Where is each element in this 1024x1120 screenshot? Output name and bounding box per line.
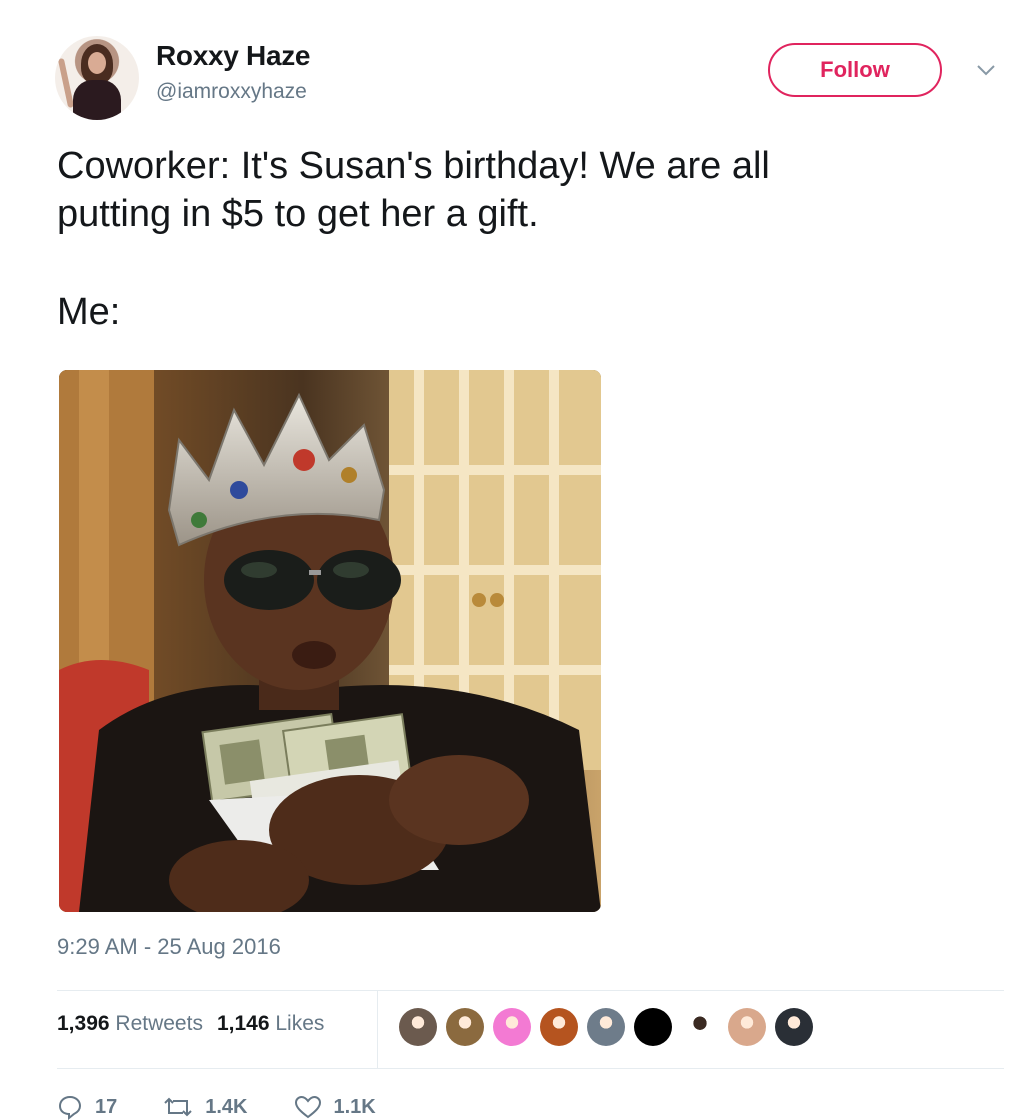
- likes-stat[interactable]: 1,146 Likes: [217, 1012, 324, 1036]
- follow-button[interactable]: Follow: [768, 43, 942, 97]
- tweet-timestamp[interactable]: 9:29 AM - 25 Aug 2016: [57, 934, 281, 960]
- author-avatar[interactable]: [55, 36, 139, 120]
- tweet-photo[interactable]: [59, 370, 601, 912]
- retweets-label: Retweets: [115, 1012, 203, 1035]
- liker-avatar-8[interactable]: [728, 1008, 766, 1046]
- tweet-text: Coworker: It's Susan's birthday! We are …: [57, 142, 977, 336]
- retweet-count: 1.4K: [205, 1095, 248, 1118]
- like-count: 1.1K: [333, 1095, 376, 1118]
- tweet-text-line-1: Coworker: It's Susan's birthday! We are …: [57, 145, 770, 187]
- retweet-button[interactable]: 1.4K: [163, 1095, 248, 1119]
- tweet-text-line-2: putting in $5 to get her a gift.: [57, 193, 539, 235]
- reply-icon: [58, 1095, 82, 1120]
- retweet-icon: [164, 1097, 192, 1117]
- reply-count: 17: [95, 1095, 118, 1118]
- engagement-stats: 1,396 Retweets 1,146 Likes: [57, 1012, 324, 1036]
- liker-avatar-6[interactable]: [634, 1008, 672, 1046]
- author-display-name[interactable]: Roxxy Haze: [156, 40, 310, 72]
- likes-count: 1,146: [216, 1012, 270, 1035]
- liker-avatar-4[interactable]: [540, 1008, 578, 1046]
- stats-separator: [377, 990, 378, 1068]
- author-handle[interactable]: @iamroxxyhaze: [156, 80, 307, 104]
- divider-bottom: [57, 1068, 1004, 1069]
- retweets-stat[interactable]: 1,396 Retweets: [57, 1012, 203, 1036]
- liker-avatar-2[interactable]: [446, 1008, 484, 1046]
- likes-label: Likes: [275, 1012, 325, 1035]
- tweet-actions: 17 1.4K 1.1K: [57, 1094, 422, 1120]
- king-with-money-image: [59, 370, 601, 912]
- chevron-down-icon[interactable]: [974, 62, 998, 80]
- liker-avatars: [399, 1008, 813, 1046]
- retweets-count: 1,396: [57, 1012, 110, 1035]
- liker-avatar-7[interactable]: [681, 1008, 719, 1046]
- reply-button[interactable]: 17: [57, 1094, 117, 1120]
- liker-avatar-3[interactable]: [493, 1008, 531, 1046]
- liker-avatar-1[interactable]: [399, 1008, 437, 1046]
- liker-avatar-5[interactable]: [587, 1008, 625, 1046]
- tweet-text-me: Me:: [57, 291, 121, 333]
- divider-top: [57, 990, 1004, 991]
- liker-avatar-9[interactable]: [775, 1008, 813, 1046]
- heart-icon: [294, 1095, 321, 1119]
- like-button[interactable]: 1.1K: [294, 1095, 376, 1119]
